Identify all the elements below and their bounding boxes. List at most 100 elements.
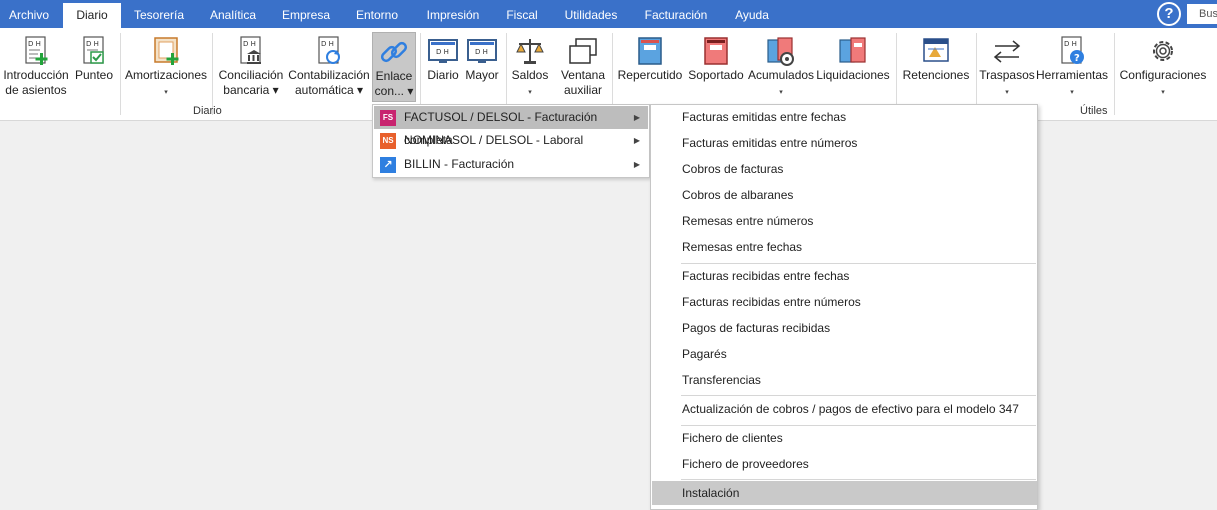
- menu-item-pagos-facturas-recibidas[interactable]: Pagos de facturas recibidas: [652, 316, 1037, 340]
- tab-ayuda[interactable]: Ayuda: [726, 0, 778, 28]
- doc-help-icon: D H ?: [1061, 36, 1084, 64]
- repercutido-button[interactable]: Repercutido: [616, 28, 684, 102]
- doc-dh-check-icon: D H: [83, 36, 104, 64]
- menu-item-label: BILLIN - Facturación: [404, 157, 515, 171]
- ventana-auxiliar-button[interactable]: Ventana auxiliar: [556, 28, 610, 102]
- dropdown-caret-icon: ▾: [1005, 89, 1009, 96]
- menu-item-cobros-facturas[interactable]: Cobros de facturas: [652, 157, 1037, 181]
- dropdown-caret-icon: ▾: [779, 89, 783, 96]
- configuraciones-button[interactable]: Configuraciones ▾: [1117, 28, 1209, 102]
- menu-item-instalacion[interactable]: Instalación: [652, 481, 1037, 505]
- arrows-swap-icon: [993, 40, 1021, 63]
- button-label-line2: con... ▾: [374, 84, 414, 98]
- submenu-arrow-icon: ▶: [633, 160, 640, 169]
- saldos-button[interactable]: Saldos ▾: [508, 28, 552, 102]
- link-icon: [380, 41, 408, 63]
- menu-item-remesas-numeros[interactable]: Remesas entre números: [652, 209, 1037, 233]
- group-label-diario: Diario: [193, 105, 222, 117]
- factusol-submenu: Facturas emitidas entre fechas Facturas …: [650, 104, 1038, 510]
- diario-button[interactable]: D H Diario: [424, 28, 462, 102]
- button-label-line1: Herramientas: [1036, 68, 1109, 82]
- button-label-line1: Punteo: [74, 68, 114, 82]
- button-label-line1: Repercutido: [617, 68, 683, 82]
- punteo-button[interactable]: D H Punteo: [72, 28, 116, 102]
- button-label-line2: bancaria ▾: [223, 83, 279, 97]
- ribbon-separator: [1114, 33, 1115, 115]
- liquidaciones-button[interactable]: Liquidaciones: [814, 28, 892, 102]
- retenciones-icon: [923, 38, 949, 62]
- button-label-line1: Saldos: [511, 68, 549, 82]
- contabilizacion-automatica-button[interactable]: D H Contabilización automática ▾: [286, 28, 372, 102]
- retenciones-button[interactable]: Retenciones: [900, 28, 972, 102]
- gear-icon: [1153, 41, 1173, 61]
- nominasol-icon: NS: [380, 133, 396, 149]
- ribbon-separator: [896, 33, 897, 115]
- herramientas-button[interactable]: D H ? Herramientas ▾: [1036, 28, 1108, 102]
- menu-item-nominasol[interactable]: NS NOMINASOL / DELSOL - Laboral ▶: [374, 129, 648, 152]
- tab-fiscal[interactable]: Fiscal: [498, 0, 546, 28]
- amortizaciones-button[interactable]: Amortizaciones ▾: [124, 28, 208, 102]
- button-label-line1: Mayor: [465, 68, 499, 82]
- button-label-line1: Configuraciones: [1119, 68, 1207, 82]
- submenu-arrow-icon: ▶: [633, 113, 640, 122]
- menu-separator: [681, 479, 1036, 480]
- tab-empresa[interactable]: Empresa: [275, 0, 337, 28]
- menu-item-facturas-emitidas-numeros[interactable]: Facturas emitidas entre números: [652, 131, 1037, 155]
- menu-item-billin[interactable]: ↗ BILLIN - Facturación ▶: [374, 153, 648, 176]
- tab-utilidades[interactable]: Utilidades: [556, 0, 626, 28]
- soportado-button[interactable]: Soportado: [684, 28, 748, 102]
- search-input[interactable]: Bus: [1187, 4, 1217, 24]
- tab-analitica[interactable]: Analítica: [200, 0, 266, 28]
- frame-plus-icon: [154, 37, 179, 65]
- button-label-line1: Soportado: [688, 68, 744, 82]
- dropdown-caret-icon: ▾: [1070, 89, 1074, 96]
- menu-item-factusol[interactable]: FS FACTUSOL / DELSOL - Facturación compl…: [374, 106, 648, 147]
- dropdown-caret-icon: ▾: [1161, 89, 1165, 96]
- enlace-con-menu: FS FACTUSOL / DELSOL - Facturación compl…: [372, 104, 650, 178]
- group-label-utiles: Útiles: [1080, 105, 1108, 117]
- menu-item-facturas-emitidas-fechas[interactable]: Facturas emitidas entre fechas: [652, 105, 1037, 129]
- menu-item-cobros-albaranes[interactable]: Cobros de albaranes: [652, 183, 1037, 207]
- svg-text:D H: D H: [243, 40, 256, 48]
- ribbon-separator: [420, 33, 421, 115]
- tab-facturacion[interactable]: Facturación: [636, 0, 716, 28]
- menu-item-remesas-fechas[interactable]: Remesas entre fechas: [652, 235, 1037, 259]
- mayor-button[interactable]: D H Mayor: [462, 28, 502, 102]
- help-icon[interactable]: ?: [1157, 2, 1181, 26]
- tab-impresion[interactable]: Impresión: [418, 0, 488, 28]
- doc-dh-plus-icon: D H: [25, 36, 48, 65]
- balance-scale-icon: [516, 39, 544, 64]
- conciliacion-bancaria-button[interactable]: D H Conciliación bancaria ▾: [216, 28, 286, 102]
- button-label-line2: automática ▾: [294, 83, 364, 97]
- menu-item-label: NOMINASOL / DELSOL - Laboral: [404, 133, 584, 147]
- tab-archivo[interactable]: Archivo: [0, 0, 58, 28]
- ribbon-separator: [976, 33, 977, 115]
- books-icon: [839, 37, 866, 63]
- menu-item-fichero-proveedores[interactable]: Fichero de proveedores: [652, 452, 1037, 476]
- dropdown-caret-icon: ▾: [164, 89, 168, 96]
- tab-entorno[interactable]: Entorno: [346, 0, 408, 28]
- introduccion-asientos-button[interactable]: D H Introducción de asientos: [0, 28, 72, 102]
- button-label-line1: Traspasos: [979, 68, 1035, 82]
- svg-text:D H: D H: [28, 40, 41, 48]
- tab-tesoreria[interactable]: Tesorería: [127, 0, 191, 28]
- books-gear-icon: [767, 37, 794, 66]
- svg-text:D H: D H: [1064, 40, 1077, 48]
- menu-item-facturas-recibidas-numeros[interactable]: Facturas recibidas entre números: [652, 290, 1037, 314]
- traspasos-button[interactable]: Traspasos ▾: [978, 28, 1036, 102]
- svg-text:D H: D H: [475, 48, 488, 56]
- button-label-line1: Amortizaciones: [124, 68, 208, 82]
- acumulados-button[interactable]: Acumulados ▾: [748, 28, 814, 102]
- button-label-line1: Acumulados: [748, 68, 815, 82]
- menu-item-pagares[interactable]: Pagarés: [652, 342, 1037, 366]
- enlace-con-button[interactable]: Enlace con... ▾: [372, 32, 416, 102]
- menu-item-transferencias[interactable]: Transferencias: [652, 368, 1037, 392]
- menu-item-facturas-recibidas-fechas[interactable]: Facturas recibidas entre fechas: [652, 264, 1037, 288]
- monitor-dh-icon: D H: [428, 39, 458, 63]
- menu-item-fichero-clientes[interactable]: Fichero de clientes: [652, 426, 1037, 450]
- tab-diario[interactable]: Diario: [63, 3, 121, 28]
- button-label-line2: auxiliar: [563, 83, 602, 97]
- button-label-line1: Enlace: [375, 69, 413, 83]
- button-label-line1: Retenciones: [902, 68, 970, 82]
- menu-item-actualizacion-347[interactable]: Actualización de cobros / pagos de efect…: [652, 397, 1037, 421]
